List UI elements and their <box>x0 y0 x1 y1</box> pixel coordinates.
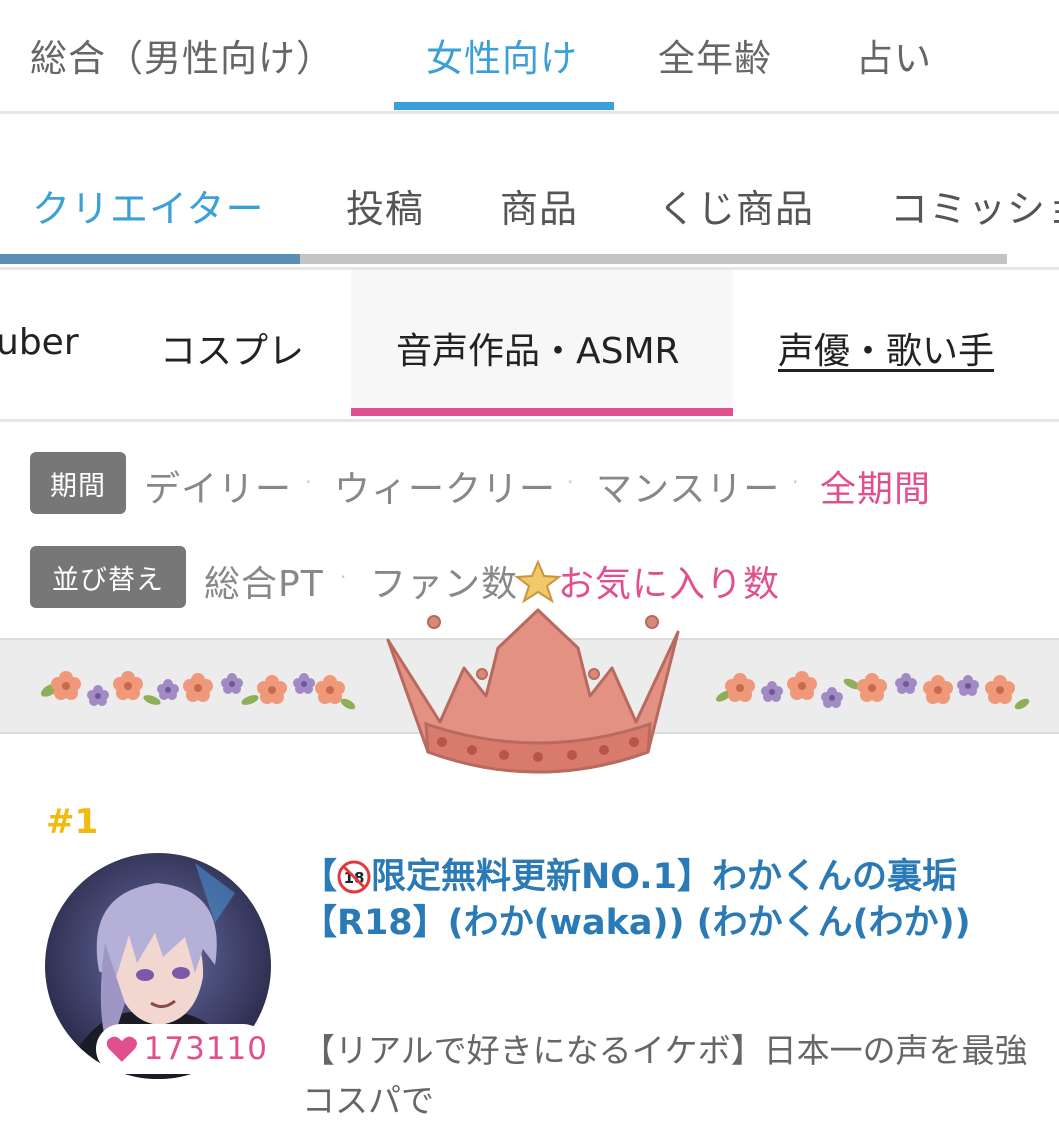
period-weekly[interactable]: ウィークリー <box>334 460 556 512</box>
separator: · <box>567 470 574 494</box>
tab-posts[interactable]: 投稿 <box>346 178 424 233</box>
period-all-time[interactable]: 全期間 <box>820 460 931 512</box>
separator: · <box>305 470 312 494</box>
rank-number: #1 <box>46 802 99 842</box>
tab-vtuber[interactable]: uber <box>0 322 79 363</box>
no-under-18-icon: 18 <box>337 860 371 894</box>
period-daily[interactable]: デイリー <box>144 460 292 512</box>
active-genre-indicator <box>351 408 733 416</box>
flower-garland-left-icon <box>40 671 356 710</box>
active-tab-indicator <box>394 102 614 110</box>
creator-title: 限定無料更新NO.1】わかくんの裏垢【R18】(わか(waka)) (わかくん(… <box>302 857 971 943</box>
creator-title-link[interactable]: 【18限定無料更新NO.1】わかくんの裏垢【R18】(わか(waka)) (わか… <box>302 854 1022 946</box>
favorite-count: 173110 <box>143 1031 268 1067</box>
tab-voice-actor-singer[interactable]: 声優・歌い手 <box>778 322 994 374</box>
tab-fortune[interactable]: 占い <box>856 28 932 82</box>
heart-icon <box>106 1036 137 1062</box>
period-monthly[interactable]: マンスリー <box>596 460 780 512</box>
separator: · <box>792 470 799 494</box>
tab-creator[interactable]: クリエイター <box>32 178 264 233</box>
tab-cosplay[interactable]: コスプレ <box>160 322 304 374</box>
scrollbar-thumb[interactable] <box>0 254 300 264</box>
tab-general-male[interactable]: 総合（男性向け） <box>30 28 334 82</box>
tab-female[interactable]: 女性向け <box>426 28 578 82</box>
favorite-count-badge: 173110 <box>96 1024 268 1074</box>
top-tab-bar: 総合（男性向け） 女性向け 全年齢 占い <box>0 0 1059 114</box>
period-label: 期間 <box>30 452 126 514</box>
sort-label: 並び替え <box>30 546 186 608</box>
category-tab-bar: クリエイター 投稿 商品 くじ商品 コミッショ <box>0 114 1059 270</box>
genre-tab-bar: uber コスプレ 音声作品・ASMR 声優・歌い手 <box>0 270 1059 422</box>
tab-all-ages[interactable]: 全年齢 <box>658 28 772 82</box>
creator-description: 【リアルで好きになるイケボ】日本一の声を最強コスパで <box>302 1031 1028 1120</box>
crown-icon <box>386 559 680 774</box>
separator: · <box>340 565 347 589</box>
tab-products[interactable]: 商品 <box>500 178 578 233</box>
tab-commission[interactable]: コミッショ <box>890 178 1059 233</box>
title-prefix: 【 <box>302 857 338 897</box>
tab-voice-asmr[interactable]: 音声作品・ASMR <box>396 322 680 374</box>
sort-total-pt[interactable]: 総合PT <box>204 555 324 607</box>
flower-garland-right-icon <box>715 671 1030 710</box>
tab-lottery-products[interactable]: くじ商品 <box>658 178 814 233</box>
